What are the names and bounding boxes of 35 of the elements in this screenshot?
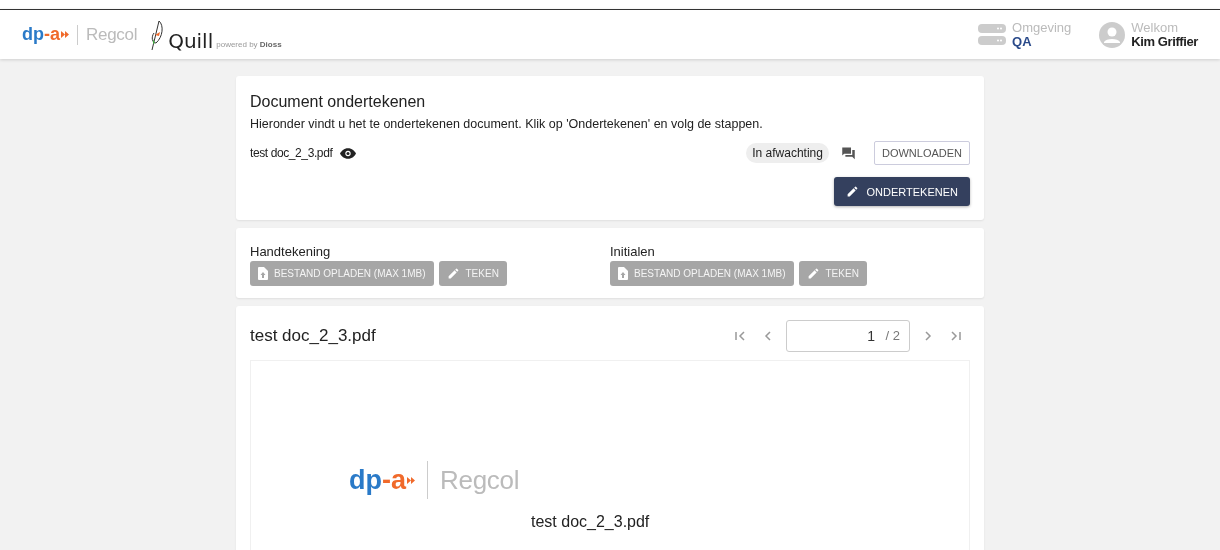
brand-name: Regcol: [86, 24, 138, 45]
logo-text: -a: [382, 464, 406, 496]
card-title: Document ondertekenen: [250, 93, 427, 111]
viewer-title: test doc_2_3.pdf: [250, 326, 376, 346]
environment-value: QA: [1012, 34, 1032, 49]
product-name: Quill: [168, 30, 214, 51]
user-avatar-icon: [1099, 21, 1126, 48]
download-button[interactable]: DOWNLOADEN: [873, 141, 970, 165]
logo-text: -a: [44, 24, 60, 45]
logo-text: dp: [349, 464, 382, 496]
pencil-icon: [446, 267, 460, 280]
pencil-icon: [845, 185, 859, 198]
status-chip: In afwachting: [746, 143, 829, 163]
double-arrow-icon: [61, 31, 69, 38]
feather-icon: [149, 18, 166, 51]
eye-icon[interactable]: [340, 147, 357, 159]
sign-button[interactable]: ONDERTEKENEN: [833, 177, 970, 206]
section-label: Handtekening: [250, 244, 332, 259]
file-upload-icon: [258, 267, 268, 280]
environment-label: Omgeving: [1012, 20, 1072, 35]
server-icon: [978, 23, 1007, 46]
user-name: Kim Griffier: [1131, 34, 1198, 49]
brand-name: Regcol: [440, 464, 520, 496]
pencil-icon: [806, 267, 820, 280]
greeting: Welkom: [1131, 20, 1179, 35]
comments-icon[interactable]: [840, 146, 856, 160]
logo-text: dp: [22, 24, 44, 45]
file-upload-icon: [618, 267, 628, 280]
double-arrow-icon: [407, 476, 415, 484]
card-description: Hieronder vindt u het te ondertekenen document. Klik op 'Ondertekenen' en volg de stappen.: [250, 117, 764, 131]
powered-by-text: powered by Dioss: [216, 39, 282, 49]
document-title: test doc_2_3.pdf: [531, 513, 651, 531]
section-label: Initialen: [610, 244, 656, 259]
file-name: test doc_2_3.pdf: [250, 146, 333, 160]
page-total: / 2: [885, 328, 900, 343]
